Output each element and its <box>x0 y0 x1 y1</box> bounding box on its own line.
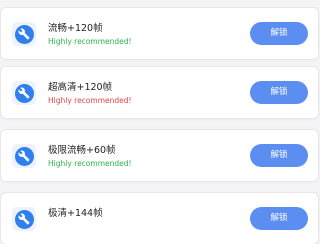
unlock-button[interactable]: 解锁 <box>250 207 308 230</box>
unlock-button[interactable]: 解锁 <box>250 81 308 104</box>
option-title: 超高清+120帧 <box>48 82 113 93</box>
wrench-icon <box>12 22 36 46</box>
option-subtitle: Highly recommended! <box>48 37 132 46</box>
unlock-button[interactable]: 解锁 <box>250 144 308 167</box>
option-card: 超高清+120帧 Highly recommended! 解锁 <box>1 67 318 118</box>
option-subtitle: Highly recommended! <box>48 96 132 105</box>
wrench-icon <box>12 81 36 105</box>
option-card: 流畅+120帧 Highly recommended! 解锁 <box>1 8 318 59</box>
option-title: 流畅+120帧 <box>48 23 103 34</box>
unlock-button[interactable]: 解锁 <box>250 22 308 45</box>
option-subtitle: Highly recommended! <box>48 159 132 168</box>
wrench-icon <box>12 207 36 231</box>
wrench-icon <box>12 144 36 168</box>
option-title: 极清+144帧 <box>48 208 103 219</box>
option-card: 极限流畅+60帧 Highly recommended! 解锁 <box>1 130 318 181</box>
option-card: 极清+144帧 解锁 <box>1 193 318 244</box>
option-title: 极限流畅+60帧 <box>48 145 116 156</box>
